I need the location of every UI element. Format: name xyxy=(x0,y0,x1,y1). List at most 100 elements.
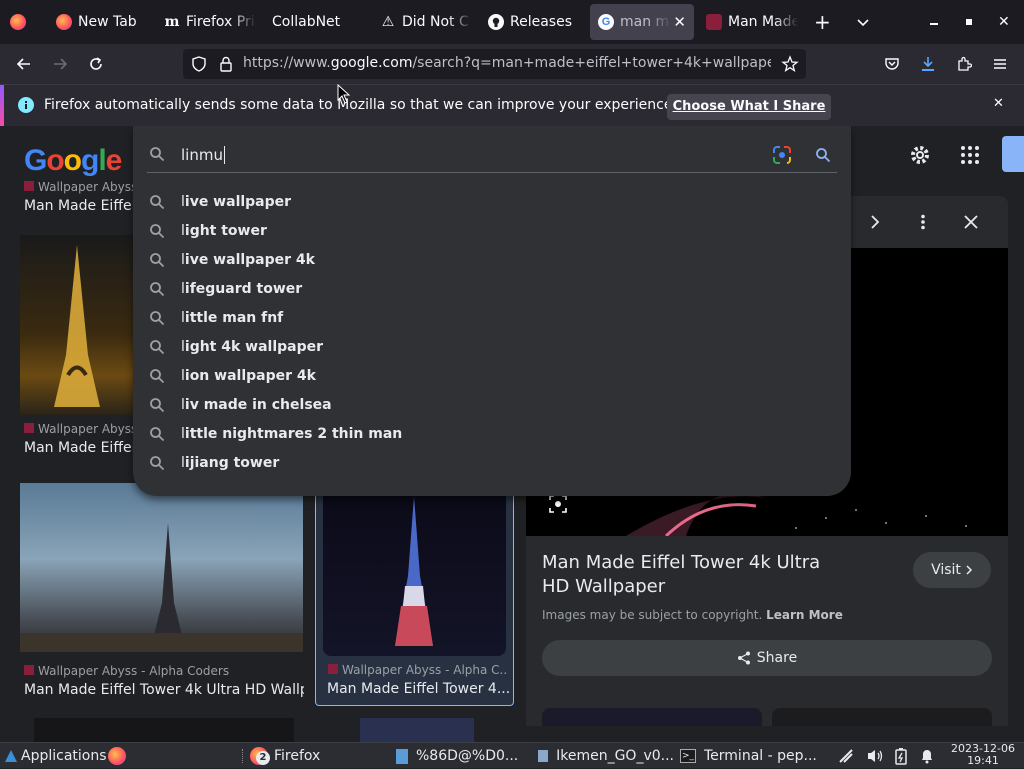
battery-icon[interactable] xyxy=(894,747,908,765)
taskbar-document[interactable]: %86D@%D0... xyxy=(396,743,530,769)
applications-menu-button[interactable]: Applications xyxy=(4,743,107,769)
tab-new-tab[interactable]: New Tab xyxy=(56,4,152,40)
google-logo[interactable]: Google xyxy=(24,144,122,178)
result-title[interactable]: Man Made Eiffel xyxy=(24,198,134,214)
suggestion-item[interactable]: light 4k wallpaper xyxy=(133,333,851,362)
url-bar[interactable]: https://www.google.com/search?q=man+made… xyxy=(183,49,806,79)
taskbar-firefox[interactable]: 2 Firefox xyxy=(250,743,320,769)
search-icon xyxy=(150,311,165,326)
close-window-button[interactable]: ✕ xyxy=(998,4,1014,40)
result-image-eiffel-tricolor[interactable] xyxy=(323,486,506,656)
selected-result-card[interactable]: Wallpaper Abyss - Alpha C... Man Made Ei… xyxy=(315,486,514,706)
taskbar-separator xyxy=(242,749,244,763)
suggestion-item[interactable]: liv made in chelsea xyxy=(133,391,851,420)
url-text[interactable]: https://www.google.com/search?q=man+made… xyxy=(243,55,771,71)
result-title[interactable]: Man Made Eiffel Tower 4... xyxy=(327,681,509,697)
notification-bell-icon[interactable] xyxy=(920,748,934,764)
firefox-icon xyxy=(56,14,72,30)
suggestion-item[interactable]: lijiang tower xyxy=(133,449,851,478)
downloads-button[interactable] xyxy=(916,52,940,76)
tab-releases[interactable]: Releases xyxy=(488,4,578,40)
lock-icon[interactable] xyxy=(219,56,233,72)
share-button[interactable]: Share xyxy=(542,640,992,676)
suggestion-item[interactable]: light tower xyxy=(133,217,851,246)
network-icon[interactable] xyxy=(838,748,854,764)
close-icon[interactable] xyxy=(963,214,979,230)
back-arrow-icon xyxy=(16,58,30,70)
reload-button[interactable] xyxy=(84,52,108,76)
suggestion-item[interactable]: live wallpaper xyxy=(133,188,851,217)
forward-button[interactable] xyxy=(48,52,72,76)
tab-did-not[interactable]: ⚠ Did Not C xyxy=(380,4,472,40)
firefox-launcher[interactable] xyxy=(108,743,126,769)
more-vert-icon[interactable] xyxy=(916,214,930,230)
sign-in-button[interactable] xyxy=(1002,136,1024,172)
close-icon: ✕ xyxy=(993,96,1004,111)
app-menu-button[interactable] xyxy=(988,52,1012,76)
result-image-partial[interactable] xyxy=(360,718,474,742)
terminal-icon: >_ xyxy=(680,749,696,763)
mouse-cursor-icon xyxy=(337,84,351,104)
tab-google-search[interactable]: G man m ✕ xyxy=(590,4,694,40)
list-all-tabs-button[interactable] xyxy=(856,4,876,40)
new-tab-button[interactable]: + xyxy=(814,4,834,40)
extensions-button[interactable] xyxy=(952,52,976,76)
visit-button[interactable]: Visit xyxy=(913,552,991,588)
search-box[interactable]: linmu xyxy=(133,126,851,174)
search-icon xyxy=(150,456,165,471)
suggestion-item[interactable]: little nightmares 2 thin man xyxy=(133,420,851,449)
maximize-button[interactable] xyxy=(966,4,980,40)
related-image-partial[interactable] xyxy=(772,708,992,726)
suggestion-item[interactable]: lion wallpaper 4k xyxy=(133,362,851,391)
back-button[interactable] xyxy=(12,52,36,76)
shield-icon[interactable] xyxy=(191,56,207,72)
taskbar-folder[interactable]: Ikemen_GO_v0... xyxy=(538,743,674,769)
suggestion-item[interactable]: little man fnf xyxy=(133,304,851,333)
volume-icon[interactable] xyxy=(866,748,884,764)
suggestion-item[interactable]: lifeguard tower xyxy=(133,275,851,304)
search-icon xyxy=(150,195,165,210)
chevron-down-icon xyxy=(857,19,869,27)
result-image-eiffel-night-gold[interactable] xyxy=(20,235,134,415)
hamburger-menu-icon xyxy=(994,59,1006,69)
suggestion-text: live wallpaper xyxy=(181,194,292,210)
tab-man-made[interactable]: Man Made xyxy=(706,4,798,40)
apps-grid-icon[interactable] xyxy=(960,145,980,165)
close-tab-icon[interactable]: ✕ xyxy=(673,13,686,31)
settings-gear-icon[interactable] xyxy=(908,143,932,167)
close-notification-button[interactable]: ✕ xyxy=(993,96,1004,111)
lens-search-icon[interactable] xyxy=(548,494,568,514)
suggestion-text: little nightmares 2 thin man xyxy=(181,426,403,442)
tab-label: Releases xyxy=(510,14,572,30)
firefox-menu-button[interactable] xyxy=(10,4,34,40)
taskbar-terminal[interactable]: >_ Terminal - pep... xyxy=(680,743,818,769)
chevron-right-icon[interactable] xyxy=(868,214,882,230)
firefox-icon xyxy=(10,14,26,30)
notification-accent xyxy=(0,85,4,127)
search-submit-icon[interactable] xyxy=(815,147,831,163)
result-title[interactable]: Man Made Eiffel xyxy=(24,440,134,456)
google-lens-icon[interactable] xyxy=(772,145,792,165)
result-image-eiffel-dusk[interactable] xyxy=(20,483,303,652)
tab-collabnet[interactable]: CollabNet xyxy=(272,4,362,40)
info-icon xyxy=(18,97,34,113)
bookmark-star-icon[interactable] xyxy=(781,55,799,73)
tab-firefox-privacy[interactable]: m Firefox Pri xyxy=(164,4,256,40)
suggestion-text: lifeguard tower xyxy=(181,281,303,297)
clock[interactable]: 2023-12-06 19:41 xyxy=(948,743,1018,767)
result-title[interactable]: Man Made Eiffel Tower 4k Ultra HD Wallp.… xyxy=(24,682,304,698)
maximize-icon xyxy=(966,19,972,25)
pocket-button[interactable] xyxy=(880,52,904,76)
search-input[interactable]: linmu xyxy=(181,146,225,164)
share-icon xyxy=(737,651,750,665)
result-image-partial[interactable] xyxy=(34,718,294,742)
choose-what-i-share-button[interactable]: Choose What I Share xyxy=(667,94,831,120)
minimize-button[interactable] xyxy=(930,4,944,40)
warning-icon: ⚠ xyxy=(381,14,395,30)
puzzle-icon xyxy=(958,56,972,71)
related-image-partial[interactable] xyxy=(542,708,762,726)
preview-title[interactable]: Man Made Eiffel Tower 4k Ultra HD Wallpa… xyxy=(542,551,832,599)
suggestion-item[interactable]: live wallpaper 4k xyxy=(133,246,851,275)
learn-more-link[interactable]: Learn More xyxy=(766,608,843,622)
site-favicon-icon xyxy=(328,664,338,674)
